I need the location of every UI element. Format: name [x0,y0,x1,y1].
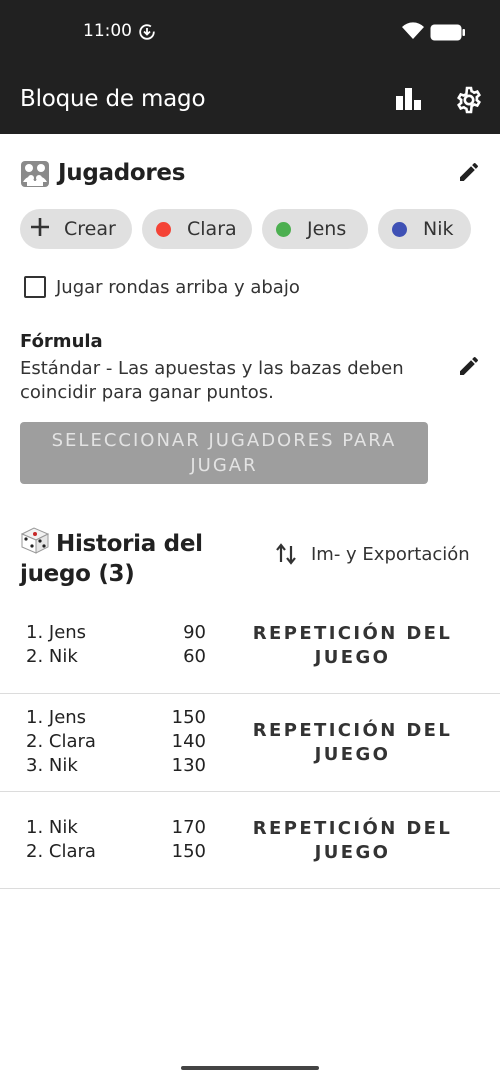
result-row: 1. Jens 150 [26,707,206,731]
result-score: 90 [183,622,206,643]
replay-game-button[interactable]: REPETICIÓN DEL JUEGO [250,817,455,865]
result-row: 1. Nik 170 [26,817,206,841]
result-row: 3. Nik 130 [26,755,206,779]
result-score: 150 [171,841,206,862]
game-results: 1. Jens 150 2. Clara 140 3. Nik 130 [26,707,206,779]
game-entry: 1. Jens 90 2. Nik 60 REPETICIÓN DEL JUEG… [0,594,500,694]
gear-icon[interactable] [455,86,483,119]
result-player: 2. Nik [26,646,78,667]
replay-game-button[interactable]: REPETICIÓN DEL JUEGO [250,622,455,670]
game-entry: 1. Jens 150 2. Clara 140 3. Nik 130 REPE… [0,694,500,792]
dice-icon [20,527,50,554]
create-label: Crear [64,218,116,240]
player-color-dot [156,221,171,237]
result-row: 2. Nik 60 [26,646,206,670]
result-player: 2. Clara [26,841,96,862]
players-title: Jugadores [58,160,186,186]
app-title: Bloque de mago [20,86,206,112]
player-name: Nik [423,218,454,240]
select-players-label: SELECCIONAR JUGADORES PARA JUGAR [51,430,397,476]
stats-icon[interactable] [394,86,422,117]
result-player: 3. Nik [26,755,78,776]
game-results: 1. Jens 90 2. Nik 60 [26,622,206,670]
status-time: 11:00 [83,21,132,41]
wifi-icon [401,22,425,45]
result-row: 2. Clara 140 [26,731,206,755]
result-score: 130 [171,755,206,776]
formula-title: Fórmula [20,331,103,352]
history-title: Historia del juego (3) [20,526,220,589]
result-score: 60 [183,646,206,667]
player-color-dot [392,221,407,237]
sync-icon [138,23,156,46]
result-score: 150 [171,707,206,728]
import-export-label: Im- y Exportación [311,543,470,565]
create-player-button[interactable]: Crear [20,209,132,249]
game-entry: 1. Nik 170 2. Clara 150 REPETICIÓN DEL J… [0,792,500,889]
player-chip-clara[interactable]: Clara [142,209,252,249]
result-score: 170 [171,817,206,838]
status-bar: 11:00 [0,0,500,64]
edit-formula-icon[interactable] [457,354,481,383]
player-color-dot [276,221,291,237]
home-indicator[interactable] [181,1066,319,1070]
player-chip-jens[interactable]: Jens [262,209,368,249]
result-player: 1. Nik [26,817,78,838]
formula-description: Estándar - Las apuestas y las bazas debe… [20,358,404,403]
game-results: 1. Nik 170 2. Clara 150 [26,817,206,865]
result-row: 2. Clara 150 [26,841,206,865]
import-export-button[interactable]: Im- y Exportación [276,542,470,566]
result-row: 1. Jens 90 [26,622,206,646]
plus-icon [30,217,50,242]
player-name: Jens [307,218,347,240]
app-bar: Bloque de mago [0,64,500,134]
battery-icon [430,24,466,47]
result-score: 140 [171,731,206,752]
swap-vertical-icon [276,543,296,565]
result-player: 1. Jens [26,622,87,643]
select-players-button[interactable]: SELECCIONAR JUGADORES PARA JUGAR [20,422,428,484]
checkbox-label: Jugar rondas arriba y abajo [56,276,300,298]
result-player: 2. Clara [26,731,96,752]
family-icon [20,160,50,193]
edit-players-icon[interactable] [457,160,481,189]
player-chip-nik[interactable]: Nik [378,209,471,249]
result-player: 1. Jens [26,707,87,728]
up-down-rounds-row[interactable]: Jugar rondas arriba y abajo [24,275,300,299]
replay-game-button[interactable]: REPETICIÓN DEL JUEGO [250,719,455,767]
up-down-rounds-checkbox[interactable] [24,276,46,298]
player-name: Clara [187,218,237,240]
